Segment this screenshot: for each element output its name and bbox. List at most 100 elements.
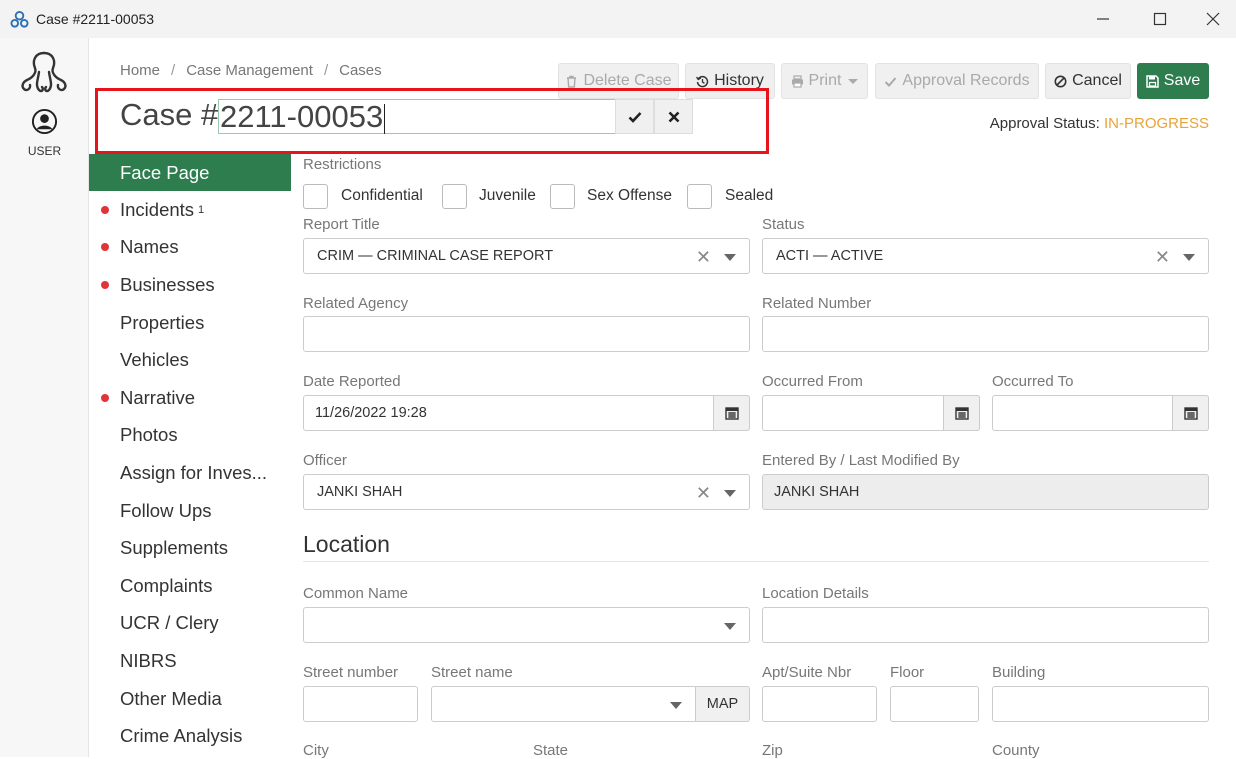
minimize-button[interactable] <box>1074 0 1132 38</box>
street-number-input[interactable] <box>303 686 418 722</box>
close-window-button[interactable] <box>1189 0 1236 38</box>
map-button[interactable]: MAP <box>695 686 750 722</box>
approval-status-label: Approval Status: <box>989 115 1100 132</box>
nav-item-label: Other Media <box>120 687 222 709</box>
clear-icon[interactable]: ✕ <box>696 483 711 504</box>
user-label: USER <box>27 144 62 158</box>
officer-select[interactable]: JANKI SHAH ✕ <box>303 474 750 510</box>
nav-item-follow-ups[interactable]: Follow Ups <box>89 492 291 530</box>
confidential-checkbox[interactable] <box>303 184 328 209</box>
chevron-down-icon <box>1183 254 1195 261</box>
window-title: Case #2211-00053 <box>36 11 155 27</box>
nav-item-photos[interactable]: Photos <box>89 417 291 455</box>
related-agency-input[interactable] <box>303 316 750 352</box>
nav-item-nibrs[interactable]: NIBRS <box>89 642 291 680</box>
building-input[interactable] <box>992 686 1209 722</box>
nav-item-names[interactable]: Names <box>89 229 291 267</box>
building-label: Building <box>992 664 1046 681</box>
window-titlebar: Case #2211-00053 <box>0 0 1236 38</box>
nav-item-complaints[interactable]: Complaints <box>89 567 291 605</box>
map-label: MAP <box>706 696 739 712</box>
nav-item-label: Incidents <box>120 198 195 220</box>
apt-suite-input[interactable] <box>762 686 877 722</box>
related-number-label: Related Number <box>762 295 872 312</box>
user-menu[interactable]: USER <box>0 108 89 158</box>
octopus-logo-icon[interactable] <box>18 50 70 94</box>
report-title-select[interactable]: CRIM — CRIMINAL CASE REPORT ✕ <box>303 238 750 274</box>
nav-item-ucr-clery[interactable]: UCR / Clery <box>89 605 291 643</box>
officer-label: Officer <box>303 452 347 469</box>
entered-by-label: Entered By / Last Modified By <box>762 452 960 469</box>
nav-item-label: Properties <box>120 311 205 333</box>
approval-status: Approval Status: IN-PROGRESS <box>990 115 1209 132</box>
clear-icon[interactable]: ✕ <box>1155 247 1170 268</box>
breadcrumb-home[interactable]: Home <box>120 62 160 79</box>
nav-item-properties[interactable]: Properties <box>89 304 291 342</box>
nav-item-businesses[interactable]: Businesses <box>89 266 291 304</box>
approval-records-label: Approval Records <box>902 72 1030 89</box>
calendar-button[interactable] <box>1172 395 1209 431</box>
county-label: County <box>992 742 1040 759</box>
floor-input[interactable] <box>890 686 979 722</box>
street-name-select[interactable] <box>431 686 696 722</box>
report-title-label: Report Title <box>303 216 380 233</box>
occurred-from-input[interactable] <box>762 395 980 431</box>
breadcrumb-cases[interactable]: Cases <box>339 62 382 79</box>
nav-item-narrative[interactable]: Narrative <box>89 379 291 417</box>
status-select[interactable]: ACTI — ACTIVE ✕ <box>762 238 1209 274</box>
restrictions-label: Restrictions <box>303 156 382 173</box>
calendar-icon <box>1183 407 1198 420</box>
section-divider <box>303 561 1209 562</box>
occurred-to-label: Occurred To <box>992 373 1074 390</box>
nav-item-vehicles[interactable]: Vehicles <box>89 341 291 379</box>
chevron-down-icon <box>724 623 736 630</box>
breadcrumb-separator: / <box>171 62 176 79</box>
maximize-button[interactable] <box>1131 0 1189 38</box>
clear-icon[interactable]: ✕ <box>696 247 711 268</box>
approval-status-value: IN-PROGRESS <box>1103 115 1209 132</box>
location-details-input[interactable] <box>762 607 1209 643</box>
app-logo-icon <box>10 10 29 28</box>
nav-item-label: Supplements <box>120 537 228 559</box>
juvenile-label: Juvenile <box>479 187 536 204</box>
floppy-disk-icon <box>1146 74 1159 88</box>
nav-item-label: Face Page <box>120 161 210 183</box>
location-details-label: Location Details <box>762 585 869 602</box>
nav-item-crime-analysis[interactable]: Crime Analysis <box>89 717 291 755</box>
date-reported-label: Date Reported <box>303 373 401 390</box>
common-name-select[interactable] <box>303 607 750 643</box>
chevron-down-icon <box>848 78 859 84</box>
officer-value: JANKI SHAH <box>317 484 403 500</box>
check-icon <box>885 76 897 87</box>
nav-item-other-media[interactable]: Other Media <box>89 680 291 718</box>
nav-item-assign-for-inves[interactable]: Assign for Inves... <box>89 454 291 492</box>
sealed-checkbox[interactable] <box>687 184 712 209</box>
approval-records-button[interactable]: Approval Records <box>875 63 1039 99</box>
nav-item-incidents[interactable]: Incidents 1 <box>89 191 291 229</box>
date-reported-input[interactable]: 11/26/2022 19:28 <box>303 395 750 431</box>
nav-item-label: Assign for Inves... <box>120 461 268 483</box>
calendar-button[interactable] <box>713 395 750 431</box>
nav-item-label: UCR / Clery <box>120 612 219 634</box>
breadcrumb-separator: / <box>323 62 329 79</box>
nav-item-count: 1 <box>198 203 205 216</box>
breadcrumb-case-management[interactable]: Case Management <box>186 62 313 79</box>
nav-item-supplements[interactable]: Supplements <box>89 529 291 567</box>
occurred-to-input[interactable] <box>992 395 1209 431</box>
left-rail: USER <box>0 38 89 757</box>
cancel-button[interactable]: Cancel <box>1045 63 1131 99</box>
nav-item-face-page[interactable]: Face Page <box>89 154 291 191</box>
nav-item-label: Narrative <box>120 386 196 408</box>
related-number-input[interactable] <box>762 316 1209 352</box>
chevron-down-icon <box>724 254 736 261</box>
nav-item-label: Follow Ups <box>120 499 212 521</box>
save-button[interactable]: Save <box>1137 63 1209 99</box>
nav-item-label: Businesses <box>120 273 215 295</box>
juvenile-checkbox[interactable] <box>442 184 467 209</box>
calendar-button[interactable] <box>943 395 980 431</box>
status-label: Status <box>762 216 805 233</box>
print-dropdown-button[interactable]: Print <box>781 63 868 99</box>
history-icon <box>696 75 709 87</box>
sex-offense-checkbox[interactable] <box>550 184 575 209</box>
related-agency-label: Related Agency <box>303 295 409 312</box>
